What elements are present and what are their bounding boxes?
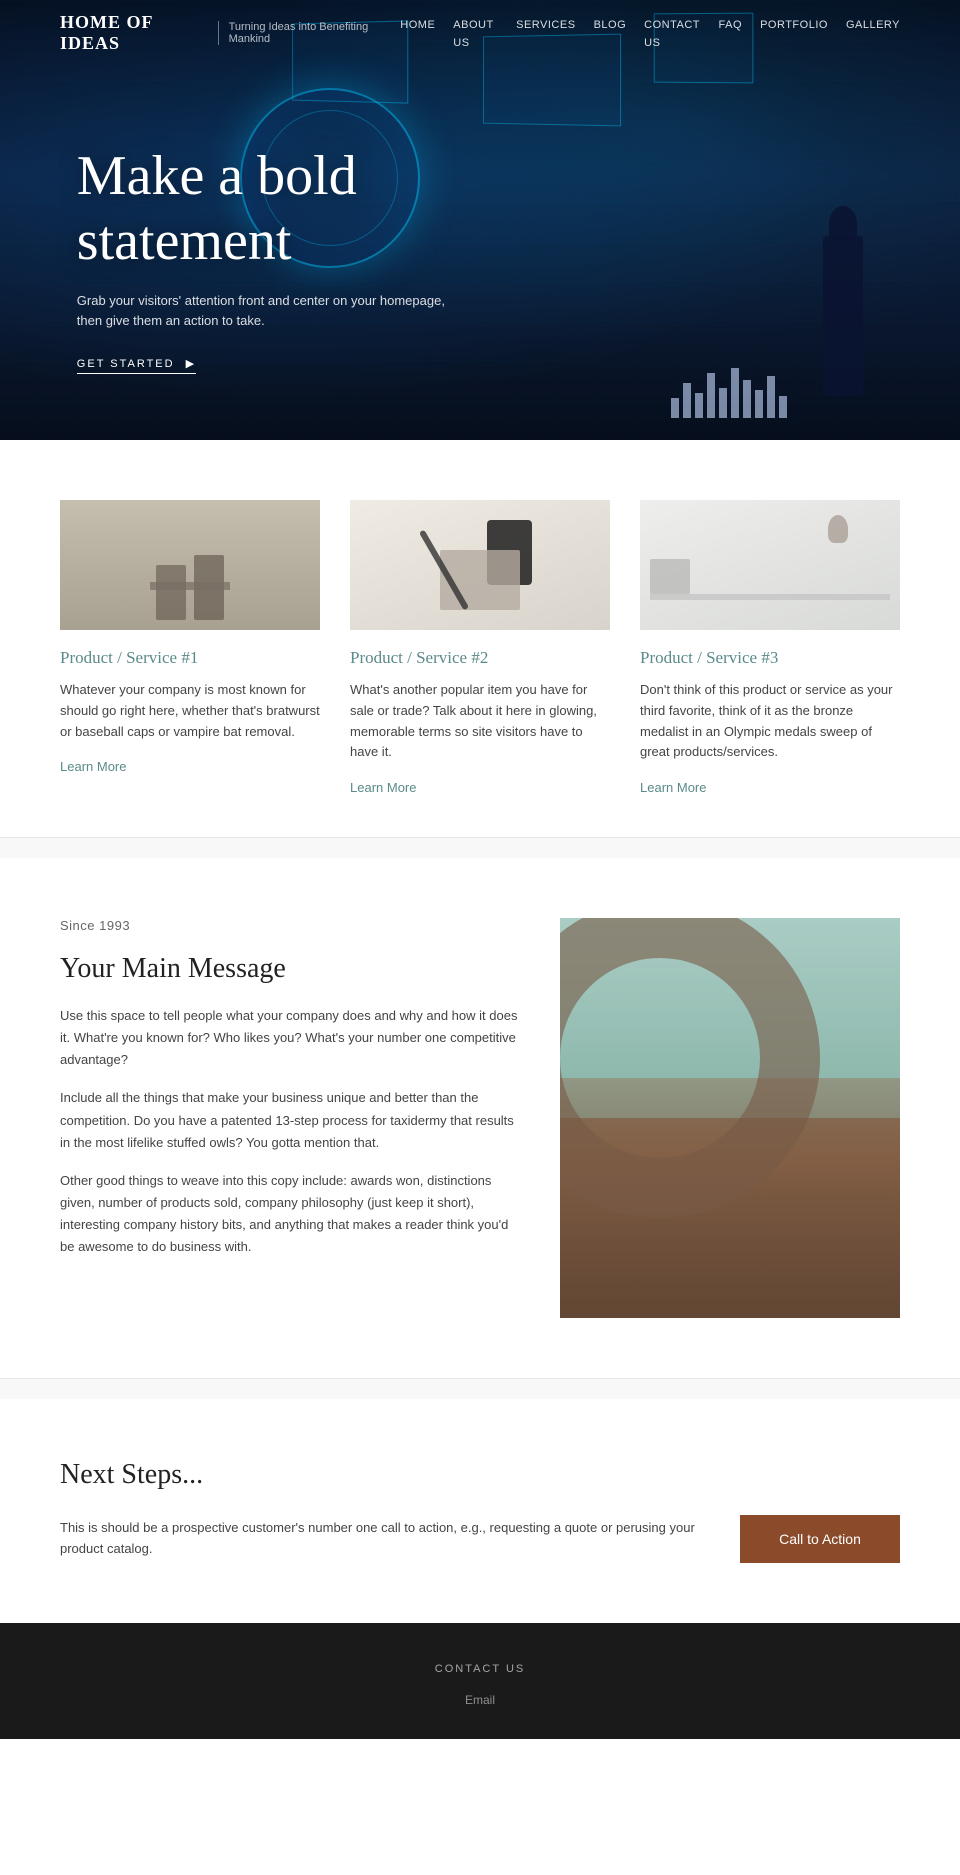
footer-contact-label: CONTACT US [60, 1663, 900, 1675]
about-inner: Since 1993 Your Main Message Use this sp… [60, 918, 900, 1318]
hero-headline: Make a bold statement [77, 144, 457, 273]
chair-left [156, 565, 186, 620]
hero-section: HOME OF IDEAS Turning Ideas into Benefit… [0, 0, 960, 440]
next-steps-section: Next Steps... This is should be a prospe… [0, 1399, 960, 1623]
service-2-title: Product / Service #2 [350, 648, 610, 668]
service-card-3: Product / Service #3 Don't think of this… [640, 500, 900, 797]
nav-menu: HOME ABOUT US SERVICES BLOG CONTACT US F… [400, 15, 900, 51]
navigation: HOME OF IDEAS Turning Ideas into Benefit… [0, 0, 960, 66]
hero-figure [803, 196, 883, 396]
bar-10 [779, 396, 787, 418]
shelf-vase [828, 515, 848, 543]
service-card-2: Product / Service #2 What's another popu… [350, 500, 610, 797]
next-steps-text: This is should be a prospective customer… [60, 1518, 700, 1560]
nav-item-about[interactable]: ABOUT US [453, 15, 498, 51]
about-para-3: Other good things to weave into this cop… [60, 1170, 520, 1258]
next-steps-heading: Next Steps... [60, 1459, 900, 1491]
service-3-learn-more[interactable]: Learn More [640, 780, 706, 795]
bar-5 [719, 388, 727, 418]
call-to-action-button[interactable]: Call to Action [740, 1515, 900, 1563]
service-image-3 [640, 500, 900, 630]
service-2-desc: What's another popular item you have for… [350, 680, 610, 763]
logo-text: HOME OF IDEAS [60, 12, 208, 54]
about-image [560, 918, 900, 1318]
hero-bar-chart [671, 368, 787, 418]
about-heading: Your Main Message [60, 953, 520, 985]
bar-8 [755, 390, 763, 418]
bar-3 [695, 393, 703, 418]
service-3-title: Product / Service #3 [640, 648, 900, 668]
shelf [650, 594, 890, 600]
brand-tagline: Turning Ideas into Benefiting Mankind [218, 21, 401, 45]
footer-email-link[interactable]: Email [465, 1693, 495, 1707]
next-steps-inner: This is should be a prospective customer… [60, 1515, 900, 1563]
bar-6 [731, 368, 739, 418]
bar-2 [683, 383, 691, 418]
about-text-block: Since 1993 Your Main Message Use this sp… [60, 918, 520, 1274]
about-para-1: Use this space to tell people what your … [60, 1005, 520, 1071]
nav-item-home[interactable]: HOME [400, 15, 435, 51]
bar-9 [767, 376, 775, 418]
figure-body [823, 236, 863, 396]
shelf-item-1 [650, 559, 690, 594]
service-2-learn-more[interactable]: Learn More [350, 780, 416, 795]
nav-item-faq[interactable]: FAQ [719, 15, 743, 51]
service-1-desc: Whatever your company is most known for … [60, 680, 320, 742]
hero-content: Make a bold statement Grab your visitors… [77, 144, 457, 374]
service-image-1 [60, 500, 320, 630]
about-para-2: Include all the things that make your bu… [60, 1087, 520, 1153]
about-section: Since 1993 Your Main Message Use this sp… [0, 858, 960, 1378]
nav-item-contact[interactable]: CONTACT US [644, 15, 700, 51]
service-1-learn-more[interactable]: Learn More [60, 759, 126, 774]
footer: CONTACT US Email [0, 1623, 960, 1739]
service-image-2 [350, 500, 610, 630]
service-1-title: Product / Service #1 [60, 648, 320, 668]
cta-arrow-icon: ▶ [186, 358, 196, 370]
table [150, 582, 230, 590]
section-gap-1 [0, 838, 960, 858]
bar-7 [743, 380, 751, 418]
hero-subtext: Grab your visitors' attention front and … [77, 291, 457, 330]
nav-item-blog[interactable]: BLOG [594, 15, 627, 51]
nav-item-portfolio[interactable]: PORTFOLIO [760, 15, 828, 51]
service-3-desc: Don't think of this product or service a… [640, 680, 900, 763]
nav-item-services[interactable]: SERVICES [516, 15, 575, 51]
services-section: Product / Service #1 Whatever your compa… [0, 440, 960, 837]
nav-item-gallery[interactable]: GALLERY [846, 15, 900, 51]
brand: HOME OF IDEAS Turning Ideas into Benefit… [60, 12, 400, 54]
service-card-1: Product / Service #1 Whatever your compa… [60, 500, 320, 797]
about-since: Since 1993 [60, 918, 520, 933]
bar-4 [707, 373, 715, 418]
chair-scene [60, 500, 320, 630]
bar-1 [671, 398, 679, 418]
services-grid: Product / Service #1 Whatever your compa… [60, 500, 900, 797]
hero-get-started-button[interactable]: GET STARTED ▶ [77, 357, 196, 374]
section-gap-2 [0, 1379, 960, 1399]
